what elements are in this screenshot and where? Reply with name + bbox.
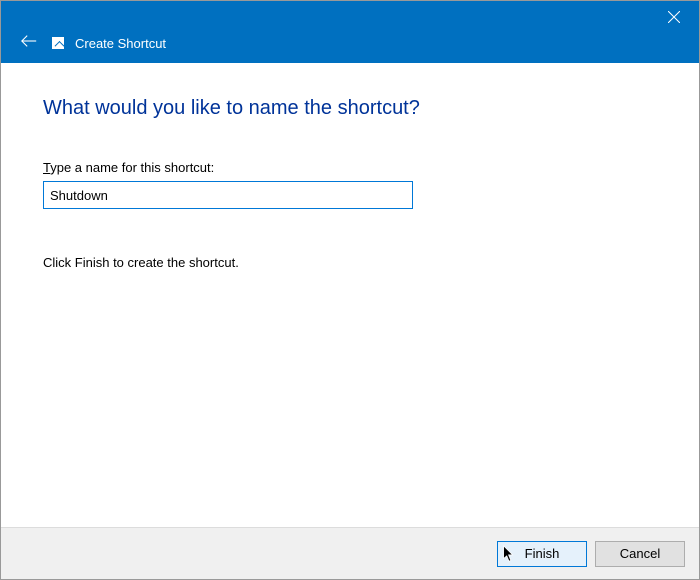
close-icon: [668, 11, 680, 23]
close-button[interactable]: [649, 1, 699, 33]
back-arrow-icon: [20, 34, 38, 48]
finish-button[interactable]: Finish: [497, 541, 587, 567]
create-shortcut-wizard: Create Shortcut What would you like to n…: [0, 0, 700, 580]
instruction-text: Click Finish to create the shortcut.: [43, 255, 657, 270]
shortcut-wizard-icon: [51, 36, 65, 50]
page-heading: What would you like to name the shortcut…: [43, 97, 657, 120]
finish-button-label: Finish: [525, 546, 560, 561]
wizard-footer: Finish Cancel: [1, 527, 699, 579]
wizard-content: What would you like to name the shortcut…: [1, 63, 699, 527]
cancel-button-label: Cancel: [620, 546, 660, 561]
cancel-button[interactable]: Cancel: [595, 541, 685, 567]
titlebar: Create Shortcut: [1, 1, 699, 63]
back-button[interactable]: [17, 29, 41, 53]
mouse-cursor-icon: [502, 545, 516, 563]
shortcut-name-input[interactable]: [43, 181, 413, 209]
name-field-label: Type a name for this shortcut:: [43, 160, 657, 175]
window-title: Create Shortcut: [75, 36, 166, 51]
